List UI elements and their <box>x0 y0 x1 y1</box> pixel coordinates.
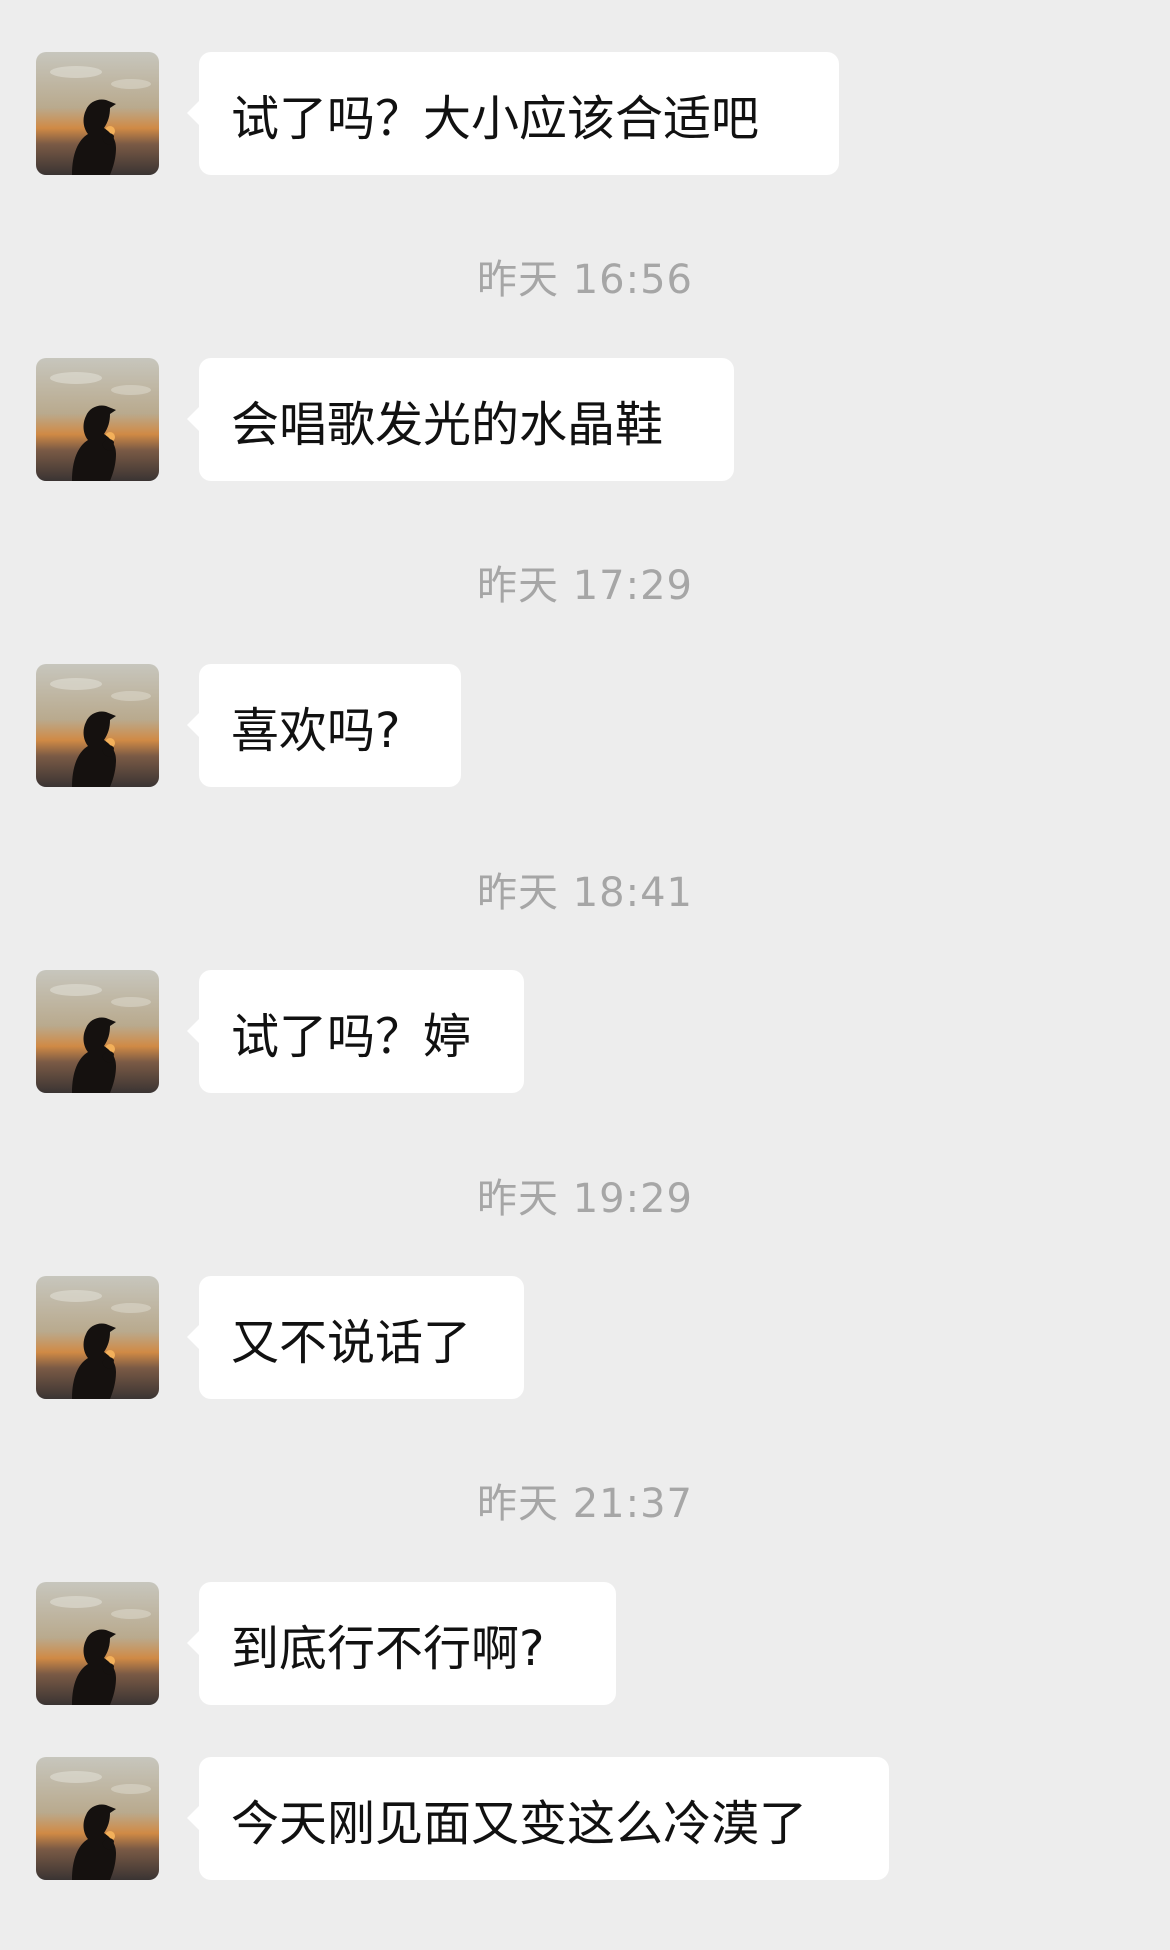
contact-avatar[interactable] <box>36 1582 159 1705</box>
message-timestamp: 昨天 18:41 <box>477 870 693 916</box>
silhouette-sunset-avatar-icon <box>36 970 159 1093</box>
message-timestamp: 昨天 19:29 <box>477 1176 693 1222</box>
message-timestamp: 昨天 21:37 <box>477 1481 693 1527</box>
message-bubble[interactable]: 喜欢吗? <box>187 664 461 787</box>
silhouette-sunset-avatar-icon <box>36 1582 159 1705</box>
contact-avatar[interactable] <box>36 1757 159 1880</box>
message-bubble[interactable]: 试了吗？婷 <box>187 970 524 1093</box>
message-bubble[interactable]: 到底行不行啊? <box>187 1582 616 1705</box>
contact-avatar[interactable] <box>36 970 159 1093</box>
message-timestamp: 昨天 16:56 <box>477 257 693 303</box>
contact-avatar[interactable] <box>36 52 159 175</box>
message-bubble[interactable]: 会唱歌发光的水晶鞋 <box>187 358 734 481</box>
silhouette-sunset-avatar-icon <box>36 52 159 175</box>
message-timestamp: 昨天 17:29 <box>477 563 693 609</box>
contact-avatar[interactable] <box>36 664 159 787</box>
message-bubble[interactable]: 今天刚见面又变这么冷漠了 <box>187 1757 889 1880</box>
silhouette-sunset-avatar-icon <box>36 1757 159 1880</box>
message-bubble[interactable]: 试了吗？大小应该合适吧 <box>187 52 839 175</box>
contact-avatar[interactable] <box>36 1276 159 1399</box>
silhouette-sunset-avatar-icon <box>36 1276 159 1399</box>
chat-history[interactable]: 试了吗？大小应该合适吧 昨天 16:56 会唱歌发光的水晶鞋 昨天 17:29 … <box>0 0 1170 1950</box>
contact-avatar[interactable] <box>36 358 159 481</box>
message-bubble[interactable]: 又不说话了 <box>187 1276 524 1399</box>
silhouette-sunset-avatar-icon <box>36 358 159 481</box>
silhouette-sunset-avatar-icon <box>36 664 159 787</box>
